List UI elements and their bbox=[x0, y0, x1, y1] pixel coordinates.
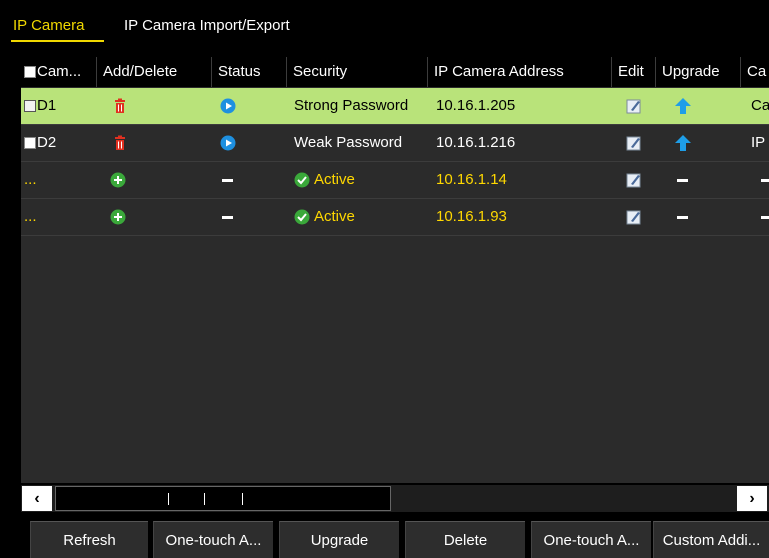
camera-cell: D1 bbox=[24, 88, 56, 124]
scrollbar-grip bbox=[168, 493, 169, 505]
column-label-status: Status bbox=[218, 63, 261, 80]
security-cell: Weak Password bbox=[294, 134, 403, 151]
scroll-right-button[interactable]: › bbox=[737, 486, 767, 511]
column-label-edit: Edit bbox=[618, 63, 644, 80]
security-cell: Strong Password bbox=[294, 97, 409, 114]
camera-cell: D2 bbox=[24, 125, 56, 161]
select-all-checkbox[interactable] bbox=[24, 66, 36, 79]
status-none bbox=[222, 216, 233, 219]
add-icon[interactable] bbox=[110, 172, 126, 188]
edit-icon[interactable] bbox=[626, 172, 642, 188]
security-cell: Active bbox=[314, 208, 355, 225]
camera-name: D2 bbox=[37, 134, 57, 151]
action-button-bar: Refresh One-touch A... Upgrade Delete On… bbox=[0, 521, 769, 558]
edit-icon[interactable] bbox=[626, 209, 642, 225]
upgrade-button[interactable]: Upgrade bbox=[279, 521, 399, 558]
active-tab-indicator bbox=[11, 40, 104, 42]
column-header-status[interactable]: Status bbox=[212, 57, 287, 87]
column-label-add-delete: Add/Delete bbox=[103, 63, 178, 80]
camera-name: D1 bbox=[37, 97, 57, 114]
column-header-ip-address[interactable]: IP Camera Address bbox=[428, 57, 612, 87]
upgrade-icon[interactable] bbox=[675, 135, 691, 151]
ip-address-cell: 10.16.1.93 bbox=[436, 208, 507, 225]
upgrade-icon[interactable] bbox=[675, 98, 691, 114]
column-header-upgrade[interactable]: Upgrade bbox=[656, 57, 741, 87]
ip-address-cell: 10.16.1.216 bbox=[436, 134, 516, 151]
column-header-camera[interactable]: Cam... bbox=[21, 57, 97, 87]
status-none bbox=[222, 179, 233, 182]
scroll-left-button[interactable]: ‹ bbox=[22, 486, 52, 511]
horizontal-scrollbar[interactable]: ‹ › bbox=[21, 485, 769, 512]
column-label-camera: Cam... bbox=[37, 63, 82, 80]
tab-ip-camera[interactable]: IP Camera bbox=[13, 17, 84, 34]
tab-bar: IP Camera IP Camera Import/Export bbox=[0, 0, 769, 46]
table-row[interactable]: ... Active 10.16.1.14 bbox=[21, 162, 769, 199]
row-checkbox[interactable] bbox=[24, 137, 36, 150]
ip-address-cell: 10.16.1.205 bbox=[436, 97, 516, 114]
one-touch-activate-button[interactable]: One-touch A... bbox=[153, 521, 273, 558]
column-header-edit[interactable]: Edit bbox=[612, 57, 656, 87]
row-checkbox[interactable] bbox=[24, 100, 36, 113]
upgrade-none bbox=[677, 179, 688, 182]
play-icon[interactable] bbox=[220, 135, 236, 151]
scrollbar-grip bbox=[204, 493, 205, 505]
table-row[interactable]: ... Active 10.16.1.93 bbox=[21, 199, 769, 236]
table-row[interactable]: D1 Strong Password 10.16.1.205 Ca bbox=[21, 88, 769, 125]
ca-cell: Ca bbox=[751, 97, 769, 114]
table-header: Cam... Add/Delete Status Security IP Cam… bbox=[21, 57, 769, 87]
security-cell: Active bbox=[314, 171, 355, 188]
scrollbar-thumb[interactable] bbox=[55, 486, 391, 511]
tab-ip-camera-import-export[interactable]: IP Camera Import/Export bbox=[124, 17, 290, 34]
ca-cell: IP bbox=[751, 134, 766, 151]
delete-icon[interactable] bbox=[112, 135, 128, 151]
refresh-button[interactable]: Refresh bbox=[30, 521, 148, 558]
delete-button[interactable]: Delete bbox=[405, 521, 525, 558]
column-header-ca[interactable]: Ca bbox=[741, 57, 769, 87]
ip-address-cell: 10.16.1.14 bbox=[436, 171, 507, 188]
scrollbar-grip bbox=[242, 493, 243, 505]
add-icon[interactable] bbox=[110, 209, 126, 225]
camera-table: Cam... Add/Delete Status Security IP Cam… bbox=[21, 57, 769, 483]
column-label-upgrade: Upgrade bbox=[662, 63, 720, 80]
ca-none bbox=[761, 216, 769, 219]
upgrade-none bbox=[677, 216, 688, 219]
edit-icon[interactable] bbox=[626, 98, 642, 114]
one-touch-adding-button[interactable]: One-touch A... bbox=[531, 521, 651, 558]
check-icon bbox=[294, 172, 310, 188]
edit-icon[interactable] bbox=[626, 135, 642, 151]
column-header-add-delete[interactable]: Add/Delete bbox=[97, 57, 212, 87]
camera-cell: ... bbox=[24, 208, 37, 225]
ca-none bbox=[761, 179, 769, 182]
column-label-security: Security bbox=[293, 63, 348, 80]
delete-icon[interactable] bbox=[112, 98, 128, 114]
check-icon bbox=[294, 209, 310, 225]
table-row[interactable]: D2 Weak Password 10.16.1.216 IP bbox=[21, 125, 769, 162]
custom-adding-button[interactable]: Custom Addi... bbox=[653, 521, 769, 558]
column-label-ip-address: IP Camera Address bbox=[434, 63, 564, 80]
column-header-security[interactable]: Security bbox=[287, 57, 428, 87]
camera-cell: ... bbox=[24, 171, 37, 188]
play-icon[interactable] bbox=[220, 98, 236, 114]
column-label-ca: Ca bbox=[747, 63, 767, 80]
